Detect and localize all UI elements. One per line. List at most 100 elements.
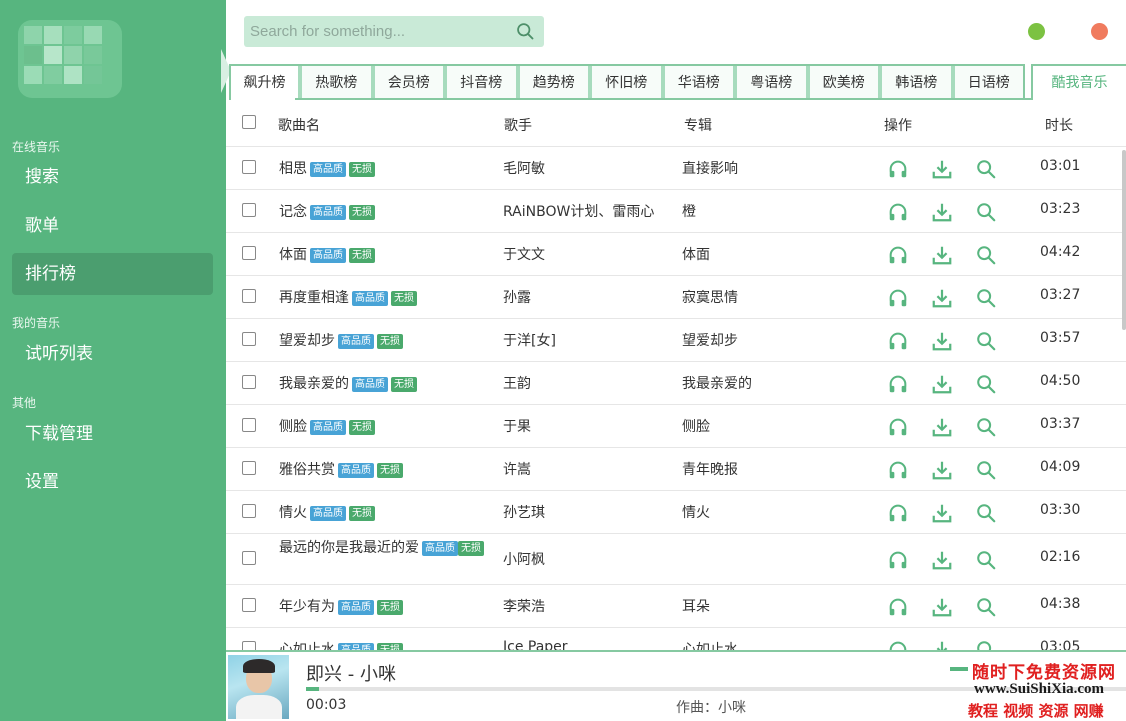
select-all-checkbox[interactable] bbox=[242, 115, 256, 129]
table-row[interactable]: 望爱却步 高品质 无损 于洋[女] 望爱却步 03:57 bbox=[226, 319, 1126, 362]
table-row[interactable]: 记念 高品质 无损 RAiNBOW计划、雷雨心 橙 03:23 bbox=[226, 190, 1126, 233]
artist-name[interactable]: 小阿枫 bbox=[503, 549, 545, 569]
tab-cantonese[interactable]: 粤语榜 bbox=[733, 66, 806, 100]
song-title[interactable]: 最远的你是我最近的爱 bbox=[279, 540, 419, 556]
sidebar-item-settings[interactable]: 设置 bbox=[12, 461, 213, 503]
artist-name[interactable]: 王韵 bbox=[503, 373, 531, 393]
listen-icon[interactable] bbox=[887, 639, 909, 650]
tab-western[interactable]: 欧美榜 bbox=[805, 66, 878, 100]
sidebar-item-downloads[interactable]: 下载管理 bbox=[12, 413, 213, 455]
tab-hot[interactable]: 热歌榜 bbox=[298, 66, 371, 100]
tab-japanese[interactable]: 日语榜 bbox=[950, 66, 1023, 100]
table-row[interactable]: 我最亲爱的 高品质 无损 王韵 我最亲爱的 04:50 bbox=[226, 362, 1126, 405]
album-name[interactable]: 橙 bbox=[682, 201, 696, 221]
search-icon[interactable] bbox=[975, 244, 997, 266]
download-icon[interactable] bbox=[931, 287, 953, 309]
search-icon[interactable] bbox=[975, 287, 997, 309]
row-checkbox[interactable] bbox=[242, 461, 256, 475]
table-row[interactable]: 年少有为 高品质 无损 李荣浩 耳朵 04:38 bbox=[226, 585, 1126, 628]
album-name[interactable]: 侧脸 bbox=[682, 416, 710, 436]
tab-douyin[interactable]: 抖音榜 bbox=[443, 66, 516, 100]
row-checkbox[interactable] bbox=[242, 332, 256, 346]
artist-name[interactable]: 于果 bbox=[503, 416, 531, 436]
album-name[interactable]: 耳朵 bbox=[682, 596, 710, 616]
album-name[interactable]: 体面 bbox=[682, 244, 710, 264]
listen-icon[interactable] bbox=[887, 287, 909, 309]
listen-icon[interactable] bbox=[887, 158, 909, 180]
sidebar-item-charts[interactable]: 排行榜 bbox=[12, 253, 213, 295]
album-name[interactable]: 寂寞思情 bbox=[682, 287, 738, 307]
artist-name[interactable]: 于洋[女] bbox=[503, 330, 556, 350]
search-icon[interactable] bbox=[975, 201, 997, 223]
download-icon[interactable] bbox=[931, 158, 953, 180]
album-name[interactable]: 直接影响 bbox=[682, 158, 738, 178]
search-icon[interactable] bbox=[975, 330, 997, 352]
download-icon[interactable] bbox=[931, 639, 953, 650]
song-title[interactable]: 心如止水 bbox=[279, 642, 335, 650]
listen-icon[interactable] bbox=[887, 596, 909, 618]
listen-icon[interactable] bbox=[887, 244, 909, 266]
download-icon[interactable] bbox=[931, 201, 953, 223]
song-title[interactable]: 我最亲爱的 bbox=[279, 376, 349, 392]
album-name[interactable]: 心如止水 bbox=[682, 639, 738, 650]
search-icon[interactable] bbox=[975, 158, 997, 180]
listen-icon[interactable] bbox=[887, 549, 909, 571]
song-title[interactable]: 雅俗共赏 bbox=[279, 462, 335, 478]
song-title[interactable]: 再度重相逢 bbox=[279, 290, 349, 306]
tab-chinese[interactable]: 华语榜 bbox=[660, 66, 733, 100]
search-input[interactable] bbox=[250, 21, 505, 42]
album-name[interactable]: 望爱却步 bbox=[682, 330, 738, 350]
download-icon[interactable] bbox=[931, 244, 953, 266]
album-cover[interactable] bbox=[228, 655, 289, 719]
table-row[interactable]: 体面 高品质 无损 于文文 体面 04:42 bbox=[226, 233, 1126, 276]
song-title[interactable]: 侧脸 bbox=[279, 419, 307, 435]
row-checkbox[interactable] bbox=[242, 418, 256, 432]
listen-icon[interactable] bbox=[887, 201, 909, 223]
download-icon[interactable] bbox=[931, 373, 953, 395]
row-checkbox[interactable] bbox=[242, 246, 256, 260]
tab-korean[interactable]: 韩语榜 bbox=[878, 66, 951, 100]
table-row[interactable]: 心如止水高品质无损Ice Paper心如止水03:05 bbox=[226, 628, 1126, 650]
album-name[interactable]: 青年晚报 bbox=[682, 459, 738, 479]
table-row[interactable]: 雅俗共赏 高品质 无损 许嵩 青年晚报 04:09 bbox=[226, 448, 1126, 491]
album-name[interactable]: 我最亲爱的 bbox=[682, 373, 752, 393]
sidebar-item-search[interactable]: 搜索 bbox=[12, 156, 213, 198]
row-checkbox[interactable] bbox=[242, 641, 256, 650]
search-icon[interactable] bbox=[515, 21, 536, 42]
artist-name[interactable]: 孙露 bbox=[503, 287, 531, 307]
listen-icon[interactable] bbox=[887, 330, 909, 352]
artist-name[interactable]: 于文文 bbox=[503, 244, 545, 264]
tab-nostalgia[interactable]: 怀旧榜 bbox=[588, 66, 661, 100]
artist-name[interactable]: 李荣浩 bbox=[503, 596, 545, 616]
row-checkbox[interactable] bbox=[242, 289, 256, 303]
download-icon[interactable] bbox=[931, 549, 953, 571]
row-checkbox[interactable] bbox=[242, 504, 256, 518]
song-title[interactable]: 相思 bbox=[279, 161, 307, 177]
song-title[interactable]: 情火 bbox=[279, 505, 307, 521]
download-icon[interactable] bbox=[931, 596, 953, 618]
listen-icon[interactable] bbox=[887, 416, 909, 438]
tab-soaring[interactable]: 飙升榜 bbox=[231, 66, 298, 100]
artist-name[interactable]: 许嵩 bbox=[503, 459, 531, 479]
close-button[interactable] bbox=[1091, 23, 1108, 40]
download-icon[interactable] bbox=[931, 330, 953, 352]
table-row[interactable]: 情火 高品质 无损 孙艺琪 情火 03:30 bbox=[226, 491, 1126, 534]
table-row[interactable]: 侧脸 高品质 无损 于果 侧脸 03:37 bbox=[226, 405, 1126, 448]
sidebar-item-playlists[interactable]: 歌单 bbox=[12, 205, 213, 247]
row-checkbox[interactable] bbox=[242, 551, 256, 565]
row-checkbox[interactable] bbox=[242, 160, 256, 174]
search-icon[interactable] bbox=[975, 596, 997, 618]
sidebar-item-preview-list[interactable]: 试听列表 bbox=[12, 333, 213, 375]
artist-name[interactable]: 孙艺琪 bbox=[503, 502, 545, 522]
search-icon[interactable] bbox=[975, 502, 997, 524]
song-title[interactable]: 望爱却步 bbox=[279, 333, 335, 349]
table-row[interactable]: 相思 高品质 无损 毛阿敏 直接影响 03:01 bbox=[226, 147, 1126, 190]
tab-member[interactable]: 会员榜 bbox=[370, 66, 443, 100]
search-icon[interactable] bbox=[975, 459, 997, 481]
search-icon[interactable] bbox=[975, 639, 997, 650]
row-checkbox[interactable] bbox=[242, 203, 256, 217]
table-row[interactable]: 最远的你是我最近的爱 高品质 无损 小阿枫 02:16 bbox=[226, 534, 1126, 585]
listen-icon[interactable] bbox=[887, 502, 909, 524]
row-checkbox[interactable] bbox=[242, 598, 256, 612]
minimize-button[interactable] bbox=[1028, 23, 1045, 40]
